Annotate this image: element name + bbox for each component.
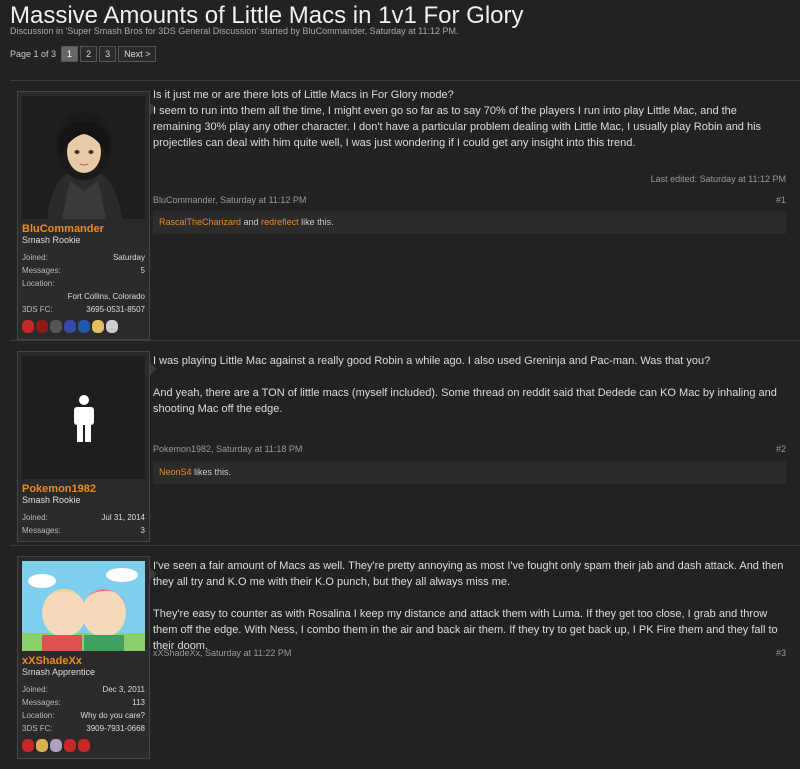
liker-link[interactable]: redreflect <box>261 217 299 227</box>
message-paragraph: I've seen a fair amount of Macs as well.… <box>153 560 784 588</box>
user-info-3: xXShadeXx Smash Apprentice Joined: Dec 3,… <box>17 556 150 759</box>
pagination: Page 1 of 3 1 2 3 Next > <box>10 46 157 62</box>
liker-link[interactable]: RascalTheCharizard <box>159 217 241 227</box>
post-author-date[interactable]: Pokemon1982, Saturday at 11:18 PM <box>153 444 302 454</box>
username[interactable]: Pokemon1982 <box>18 483 149 495</box>
page-2-button[interactable]: 2 <box>80 46 98 62</box>
post-meta: xXShadeXx, Saturday at 11:22 PM #3 <box>153 648 786 658</box>
character-icon <box>36 320 48 333</box>
character-icons <box>18 316 149 339</box>
post-number[interactable]: #2 <box>776 444 786 454</box>
user-info-2: Pokemon1982 Smash Rookie Joined: Jul 31, … <box>17 351 150 542</box>
character-icon <box>36 739 48 752</box>
post-message: Is it just me or are there lots of Littl… <box>153 89 762 149</box>
user-title: Smash Apprentice <box>22 667 96 677</box>
avatar-image <box>22 561 145 651</box>
page-1-button[interactable]: 1 <box>61 46 79 62</box>
username[interactable]: xXShadeXx <box>18 655 149 667</box>
character-icon <box>22 320 34 333</box>
last-edited: Last edited: Saturday at 11:12 PM <box>650 174 786 184</box>
message-paragraph: I was playing Little Mac against a reall… <box>153 355 711 367</box>
stat-location: Location: Why do you care? <box>22 711 145 720</box>
message-paragraph: They're easy to counter as with Rosalina… <box>153 608 778 652</box>
stat-3ds-fc: 3DS FC: 3695-0531-8507 <box>22 305 145 314</box>
post-content-3: I've seen a fair amount of Macs as well.… <box>153 546 786 670</box>
liker-link[interactable]: NeonS4 <box>159 467 192 477</box>
post-message: I've seen a fair amount of Macs as well.… <box>153 546 786 654</box>
stat-location: Location: <box>22 279 55 288</box>
character-icon <box>22 739 34 752</box>
stat-messages: Messages: 3 <box>22 526 145 535</box>
character-icon <box>92 320 104 333</box>
post-number[interactable]: #1 <box>776 195 786 205</box>
stat-messages: Messages: 5 <box>22 266 145 275</box>
stat-3ds-fc: 3DS FC: 3909-7931-0668 <box>22 724 145 733</box>
default-avatar-icon <box>73 394 94 442</box>
avatar-2[interactable] <box>22 356 145 479</box>
stat-joined: Joined: Saturday <box>22 253 145 262</box>
character-icon <box>50 320 62 333</box>
post-3: xXShadeXx Smash Apprentice Joined: Dec 3,… <box>10 545 800 769</box>
character-icon <box>50 739 62 752</box>
avatar-1[interactable] <box>22 96 145 219</box>
page-indicator: Page 1 of 3 <box>10 49 57 59</box>
post-content-1: Is it just me or are there lots of Littl… <box>153 81 786 234</box>
character-icon <box>64 739 76 752</box>
likes-bar: NeonS4 likes this. <box>153 461 786 484</box>
character-icons <box>18 735 149 758</box>
page-3-button[interactable]: 3 <box>99 46 117 62</box>
stat-joined: Joined: Dec 3, 2011 <box>22 685 145 694</box>
post-meta: Pokemon1982, Saturday at 11:18 PM #2 <box>153 444 786 454</box>
message-paragraph: And yeah, there are a TON of little macs… <box>153 387 777 415</box>
post-1: BluCommander Smash Rookie Joined: Saturda… <box>10 80 800 341</box>
post-number[interactable]: #3 <box>776 648 786 658</box>
user-title: Smash Rookie <box>22 495 81 505</box>
post-message: I was playing Little Mac against a reall… <box>153 341 786 417</box>
user-title: Smash Rookie <box>22 235 81 245</box>
thread-subtitle[interactable]: Discussion in 'Super Smash Bros for 3DS … <box>10 26 458 36</box>
character-icon <box>106 320 118 333</box>
post-author-date[interactable]: BluCommander, Saturday at 11:12 PM <box>153 195 306 205</box>
stat-location-value: Fort Collins, Colorado <box>67 292 145 301</box>
next-page-button[interactable]: Next > <box>118 46 157 62</box>
avatar-image <box>22 96 145 219</box>
post-author-date[interactable]: xXShadeXx, Saturday at 11:22 PM <box>153 648 291 658</box>
likes-bar: RascalTheCharizard and redreflect like t… <box>153 211 786 234</box>
stat-messages: Messages: 113 <box>22 698 145 707</box>
post-meta: BluCommander, Saturday at 11:12 PM #1 <box>153 195 786 205</box>
character-icon <box>64 320 76 333</box>
username[interactable]: BluCommander <box>18 223 149 235</box>
character-icon <box>78 320 90 333</box>
user-info-1: BluCommander Smash Rookie Joined: Saturda… <box>17 91 150 340</box>
stat-joined: Joined: Jul 31, 2014 <box>22 513 145 522</box>
character-icon <box>78 739 90 752</box>
post-2: Pokemon1982 Smash Rookie Joined: Jul 31, … <box>10 340 800 546</box>
avatar-3[interactable] <box>22 561 145 651</box>
post-content-2: I was playing Little Mac against a reall… <box>153 341 786 484</box>
